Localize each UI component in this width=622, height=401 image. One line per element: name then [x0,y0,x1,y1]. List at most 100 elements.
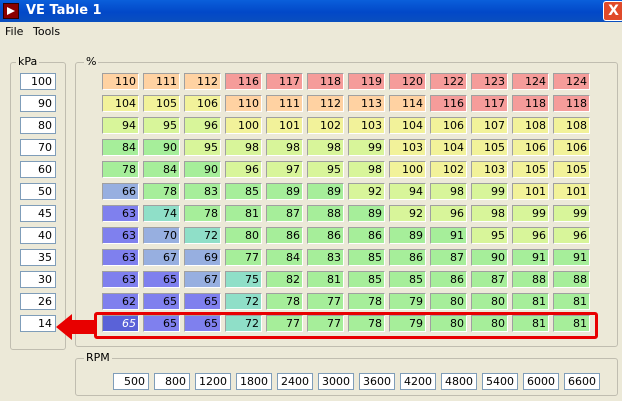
ve-cell[interactable]: 63 [102,205,139,222]
ve-cell[interactable]: 67 [143,249,180,266]
ve-cell[interactable]: 87 [471,271,508,288]
ve-cell[interactable]: 85 [225,183,262,200]
rpm-input[interactable]: 3600 [359,373,395,390]
ve-cell[interactable]: 112 [307,95,344,112]
ve-cell[interactable]: 111 [143,73,180,90]
ve-cell[interactable]: 78 [266,293,303,310]
ve-cell[interactable]: 63 [102,227,139,244]
ve-cell[interactable]: 85 [348,249,385,266]
ve-cell[interactable]: 91 [512,249,549,266]
ve-cell[interactable]: 123 [471,73,508,90]
ve-cell[interactable]: 89 [307,183,344,200]
ve-cell[interactable]: 100 [389,161,426,178]
ve-cell[interactable]: 102 [430,161,467,178]
rpm-input[interactable]: 1200 [195,373,231,390]
ve-cell[interactable]: 103 [348,117,385,134]
ve-cell[interactable]: 67 [184,271,221,288]
ve-cell[interactable]: 119 [348,73,385,90]
ve-cell[interactable]: 117 [266,73,303,90]
ve-cell[interactable]: 66 [102,183,139,200]
ve-cell[interactable]: 105 [143,95,180,112]
ve-cell[interactable]: 90 [471,249,508,266]
kpa-input[interactable]: 70 [20,139,56,156]
ve-cell[interactable]: 77 [225,249,262,266]
ve-cell[interactable]: 107 [471,117,508,134]
ve-cell[interactable]: 78 [184,205,221,222]
kpa-input[interactable]: 50 [20,183,56,200]
ve-cell[interactable]: 124 [512,73,549,90]
ve-cell[interactable]: 106 [184,95,221,112]
ve-cell[interactable]: 95 [471,227,508,244]
kpa-input[interactable]: 80 [20,117,56,134]
rpm-input[interactable]: 6000 [523,373,559,390]
ve-cell[interactable]: 83 [307,249,344,266]
ve-cell[interactable]: 80 [430,293,467,310]
ve-cell[interactable]: 105 [471,139,508,156]
ve-cell[interactable]: 91 [430,227,467,244]
ve-cell[interactable]: 105 [512,161,549,178]
rpm-input[interactable]: 6600 [564,373,600,390]
ve-cell[interactable]: 101 [553,183,590,200]
ve-cell[interactable]: 98 [471,205,508,222]
ve-cell[interactable]: 81 [225,205,262,222]
ve-cell[interactable]: 118 [512,95,549,112]
ve-cell[interactable]: 86 [307,227,344,244]
ve-cell[interactable]: 85 [348,271,385,288]
ve-cell[interactable]: 87 [266,205,303,222]
ve-cell[interactable]: 78 [102,161,139,178]
ve-cell[interactable]: 86 [348,227,385,244]
ve-cell[interactable]: 101 [266,117,303,134]
rpm-input[interactable]: 800 [154,373,190,390]
ve-cell[interactable]: 112 [184,73,221,90]
ve-cell[interactable]: 65 [143,293,180,310]
ve-cell[interactable]: 116 [225,73,262,90]
ve-cell[interactable]: 95 [143,117,180,134]
ve-cell[interactable]: 116 [430,95,467,112]
title-bar[interactable]: VE Table 1 X [0,0,622,22]
ve-cell[interactable]: 111 [266,95,303,112]
ve-cell[interactable]: 89 [389,227,426,244]
rpm-input[interactable]: 4800 [441,373,477,390]
ve-cell[interactable]: 103 [471,161,508,178]
ve-cell[interactable]: 108 [553,117,590,134]
ve-cell[interactable]: 80 [471,293,508,310]
rpm-input[interactable]: 2400 [277,373,313,390]
ve-cell[interactable]: 104 [389,117,426,134]
rpm-input[interactable]: 500 [113,373,149,390]
ve-cell[interactable]: 99 [471,183,508,200]
ve-cell[interactable]: 100 [225,117,262,134]
ve-cell[interactable]: 83 [184,183,221,200]
ve-cell[interactable]: 88 [512,271,549,288]
ve-cell[interactable]: 95 [307,161,344,178]
ve-cell[interactable]: 96 [512,227,549,244]
ve-cell[interactable]: 98 [266,139,303,156]
ve-cell[interactable]: 84 [102,139,139,156]
ve-cell[interactable]: 63 [102,271,139,288]
ve-cell[interactable]: 94 [102,117,139,134]
ve-cell[interactable]: 63 [102,249,139,266]
ve-cell[interactable]: 94 [389,183,426,200]
ve-cell[interactable]: 62 [102,293,139,310]
rpm-input[interactable]: 3000 [318,373,354,390]
ve-cell[interactable]: 81 [512,293,549,310]
kpa-input[interactable]: 30 [20,271,56,288]
ve-cell[interactable]: 75 [225,271,262,288]
ve-cell[interactable]: 88 [553,271,590,288]
ve-cell[interactable]: 86 [389,249,426,266]
ve-cell[interactable]: 96 [553,227,590,244]
ve-cell[interactable]: 96 [184,117,221,134]
ve-cell[interactable]: 103 [389,139,426,156]
rpm-input[interactable]: 1800 [236,373,272,390]
kpa-input[interactable]: 14 [20,315,56,332]
close-button[interactable]: X [603,1,622,21]
kpa-input[interactable]: 26 [20,293,56,310]
kpa-input[interactable]: 45 [20,205,56,222]
ve-cell[interactable]: 77 [307,293,344,310]
kpa-input[interactable]: 40 [20,227,56,244]
ve-cell[interactable]: 92 [348,183,385,200]
ve-cell[interactable]: 79 [389,293,426,310]
ve-cell[interactable]: 106 [430,117,467,134]
ve-cell[interactable]: 122 [430,73,467,90]
ve-cell[interactable]: 104 [430,139,467,156]
ve-cell[interactable]: 117 [471,95,508,112]
